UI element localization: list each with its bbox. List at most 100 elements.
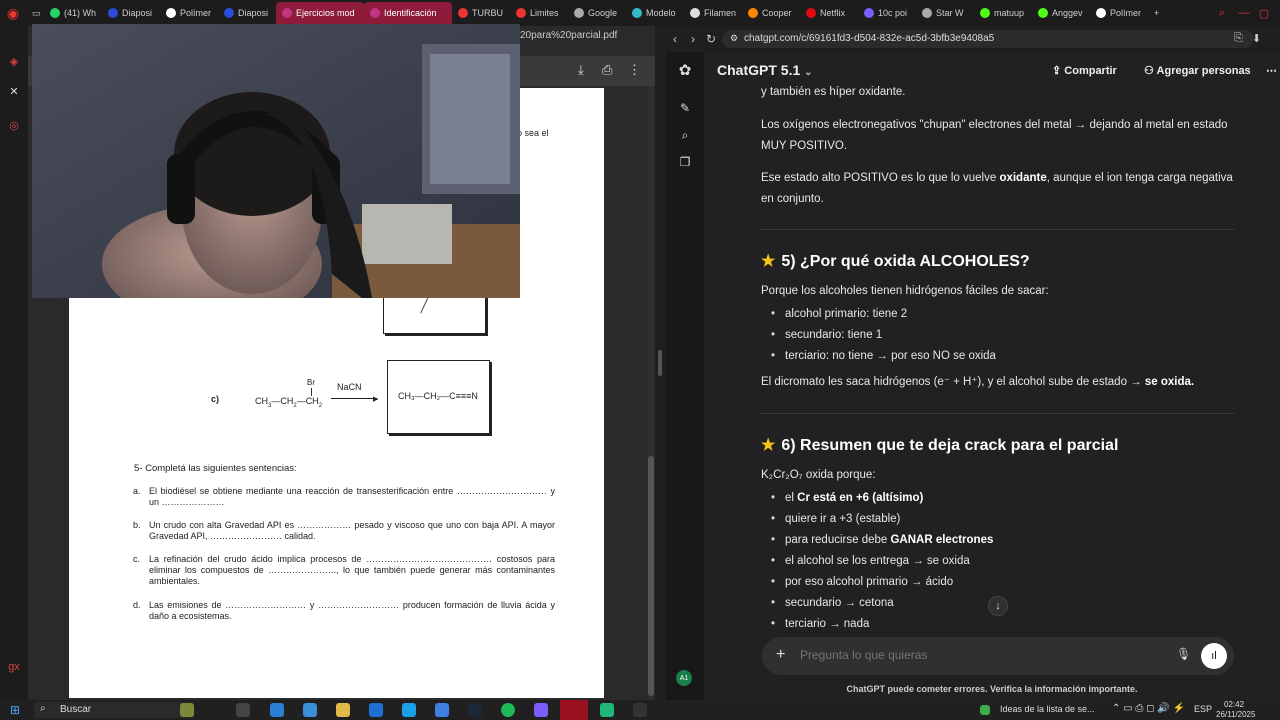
browser-tab[interactable]: Google — [568, 2, 626, 24]
workspaces-icon[interactable]: ▭ — [26, 2, 44, 24]
mic-icon[interactable]: 🎙 — [1176, 647, 1191, 661]
capcut-icon[interactable] — [633, 703, 647, 717]
tab-favicon-icon — [50, 8, 60, 18]
openai-logo-icon[interactable]: ✿ — [677, 62, 693, 79]
browser-sidebar: ◈ ✕ ◎ gx — [0, 26, 28, 700]
chat-main: ChatGPT 5.1 ⌄ ⇪ Compartir ⚇ Agregar pers… — [704, 52, 1280, 700]
browser-tab[interactable]: Polímer — [160, 2, 218, 24]
windows-start-icon[interactable]: ⊞ — [10, 703, 20, 717]
tab-label: Identificación — [384, 8, 437, 18]
browser-tab[interactable]: Cooper — [742, 2, 800, 24]
reload-icon[interactable]: ↻ — [702, 32, 720, 46]
item-letter: a. — [133, 486, 141, 496]
item-text: La refinación del crudo ácido implica pr… — [149, 554, 555, 586]
reagent-nacn: NaCN — [337, 382, 362, 392]
outlook-icon[interactable] — [369, 703, 383, 717]
browser-tab[interactable]: Diaposi — [218, 2, 276, 24]
browser-tab[interactable]: Netflix — [800, 2, 858, 24]
voice-mode-button[interactable]: ıl — [1201, 643, 1227, 669]
new-tab-button[interactable]: + — [1148, 2, 1165, 24]
share-button[interactable]: ⇪ Compartir — [1052, 64, 1117, 77]
question-item: a. El biodiésel se obtiene mediante una r… — [133, 486, 555, 508]
list-item: secundario → cetona — [771, 593, 993, 614]
browser-tab[interactable]: Star W — [916, 2, 974, 24]
news-widget[interactable]: Ideas de la lista de se... — [1000, 704, 1095, 714]
question-title: 5- Completá las siguientes sentencias: — [134, 463, 297, 474]
minimize-icon[interactable]: — — [1234, 0, 1254, 26]
extensions-icon[interactable]: ⬇ — [1252, 32, 1261, 45]
clock-time[interactable]: 02:42 — [1224, 700, 1244, 709]
browser-tab[interactable]: Filamen — [684, 2, 742, 24]
tab-label: Diaposi — [238, 8, 269, 18]
search-icon[interactable]: ⌕ — [677, 127, 693, 143]
tab-label: Polímer — [1110, 8, 1142, 18]
forward-icon[interactable]: › — [684, 32, 702, 46]
aria-icon[interactable]: ◈ — [7, 54, 21, 68]
opera-taskbar-icon[interactable] — [560, 700, 588, 720]
tab-label: Diaposi — [122, 8, 153, 18]
browser-tab[interactable]: Anggev — [1032, 2, 1090, 24]
tray-icons[interactable]: ⌃ ▭ ⎙ ◻ 🔊 ⚡ — [1112, 703, 1185, 714]
opera-logo-icon[interactable]: ◉ — [0, 0, 26, 26]
library-icon[interactable]: ❐ — [677, 154, 693, 170]
copilot-icon[interactable] — [270, 703, 284, 717]
browser-tab[interactable]: matuup — [974, 2, 1032, 24]
clock-date[interactable]: 26/11/2025 — [1216, 710, 1255, 719]
reagent-br: Br — [307, 378, 315, 387]
browser-tab[interactable]: Limites — [510, 2, 568, 24]
split-view-divider[interactable] — [658, 350, 662, 376]
browser-tab[interactable]: Polímer — [1090, 2, 1148, 24]
edge-icon[interactable] — [402, 703, 416, 717]
site-info-icon[interactable]: ⚙ — [730, 33, 738, 44]
instagram-icon[interactable]: ◎ — [7, 118, 21, 132]
url-field[interactable]: ⚙ chatgpt.com/c/69161fd3-d504-832e-ac5d-… — [722, 30, 1254, 48]
tab-label: Google — [588, 8, 618, 18]
br-bond — [311, 388, 312, 396]
product-box: CH₃—CH₂—C≡≡≡N — [387, 360, 490, 434]
taskbar-search[interactable]: ⌕ Buscar — [34, 702, 194, 718]
task-view-icon[interactable] — [236, 703, 250, 717]
discord-icon[interactable] — [534, 703, 548, 717]
browser-tab[interactable]: Identificación — [364, 2, 452, 24]
new-chat-icon[interactable]: ✎ — [677, 100, 693, 116]
app-icon[interactable] — [435, 703, 449, 717]
steam-icon[interactable] — [468, 703, 482, 717]
avatar[interactable]: A1 — [676, 670, 692, 686]
browser-tab[interactable]: Modelo — [626, 2, 684, 24]
webcam-overlay[interactable] — [32, 24, 520, 298]
tab-favicon-icon — [748, 8, 758, 18]
pdf-url[interactable]: 20para%20parcial.pdf — [520, 30, 660, 46]
browser-tab[interactable]: Diaposi — [102, 2, 160, 24]
add-people-button[interactable]: ⚇ Agregar personas — [1144, 64, 1251, 77]
file-explorer-icon[interactable] — [336, 703, 350, 717]
scroll-down-button[interactable]: ↓ — [988, 596, 1008, 616]
model-selector[interactable]: ChatGPT 5.1 ⌄ — [717, 62, 813, 78]
paragraph: K₂Cr₂O₇ oxida porque: — [761, 469, 876, 481]
browser-tab[interactable]: TURBU — [452, 2, 510, 24]
add-attachment-icon[interactable]: + — [776, 646, 785, 664]
search-tabs-icon[interactable]: ⌕ — [1212, 0, 1232, 26]
widgets-icon[interactable] — [180, 703, 194, 717]
snapshot-icon[interactable]: ⎘ — [1234, 32, 1243, 45]
spotify-icon[interactable] — [501, 703, 515, 717]
print-icon[interactable]: ⎙ — [602, 62, 612, 78]
x-twitter-icon[interactable]: ✕ — [7, 84, 21, 98]
pdf-scrollbar-thumb[interactable] — [648, 456, 654, 696]
disclaimer: ChatGPT puede cometer errores. Verifica … — [846, 684, 1138, 694]
app-icon[interactable] — [600, 703, 614, 717]
prompt-input[interactable] — [800, 648, 1160, 662]
language-indicator[interactable]: ESP — [1194, 704, 1212, 714]
browser-tab[interactable]: 10c poi — [858, 2, 916, 24]
more-icon[interactable]: ⋯ — [1266, 64, 1277, 77]
store-icon[interactable] — [303, 703, 317, 717]
tab-label: Cooper — [762, 8, 792, 18]
gx-icon[interactable]: gx — [7, 660, 21, 674]
more-options-icon[interactable]: ⋮ — [628, 62, 641, 78]
maximize-icon[interactable]: ▢ — [1254, 0, 1274, 26]
browser-tab[interactable]: (41) Wh — [44, 2, 102, 24]
download-icon[interactable]: ⤓ — [578, 62, 584, 78]
list-item: alcohol primario: tiene 2 — [771, 304, 996, 325]
back-icon[interactable]: ‹ — [666, 32, 684, 46]
bullet-list: el Cr está en +6 (altísimo)quiere ir a +… — [771, 488, 993, 635]
browser-tab[interactable]: Ejercicios mod — [276, 2, 364, 24]
